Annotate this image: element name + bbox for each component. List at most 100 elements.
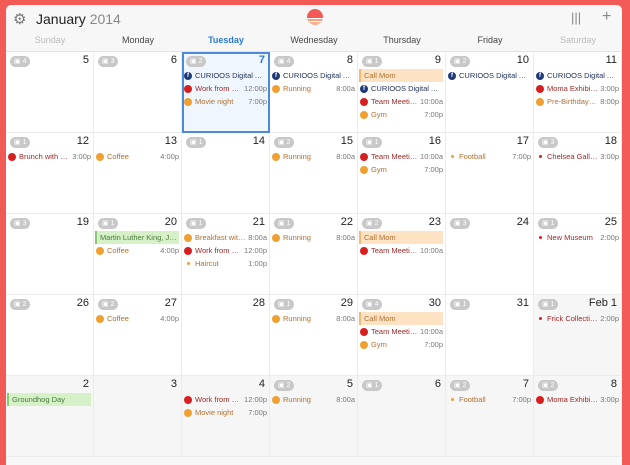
event-title: Running [283,152,311,161]
event-item[interactable]: Coffee 4:00p [95,150,179,163]
day-cell[interactable]: ▣ 2 26 [6,295,94,376]
day-cell[interactable]: ▣ 1 20 Martin Luther King, Jr's... Coffee 4:… [94,214,182,295]
event-item[interactable]: Breakfast with... 8:00a [183,231,267,244]
event-item[interactable]: Running 8:00a [271,393,355,406]
event-item[interactable]: f CURIOOS Digital Art... [271,69,355,82]
day-cell[interactable]: ▣ 1 9 Call Mom f CURIOOS Digital Art... Team … [358,52,446,133]
day-cell[interactable]: ▣ 1 12 Brunch with Jer...3:00p [6,133,94,214]
columns-icon[interactable]: ||| [571,10,581,25]
day-number: 12 [76,135,89,147]
event-item[interactable]: Moma Exhibition 3:00p [535,393,619,406]
day-header-sunday: Sunday [34,35,66,45]
day-cell[interactable]: ▣ 2 7 Football 7:00p [446,376,534,457]
day-cell[interactable]: ▣ 3 19 [6,214,94,295]
event-item[interactable]: Call Mom [359,231,443,244]
event-item[interactable]: Martin Luther King, Jr's... [95,231,179,244]
event-item[interactable]: Brunch with Jer...3:00p [7,150,91,163]
event-title: Haircut [195,259,219,268]
plus-icon[interactable]: + [602,8,611,26]
weather-count-badge: ▣ 3 [10,218,31,229]
event-item[interactable]: Running 8:00a [271,150,355,163]
gear-icon[interactable]: ⚙ [13,10,26,28]
event-item[interactable]: Football 7:00p [447,150,531,163]
badge-count: 2 [462,58,467,65]
event-item[interactable]: Gym 7:00p [359,163,443,176]
day-cell[interactable]: ▣ 1 14 [182,133,270,214]
event-item[interactable]: f CURIOOS Digital Art... [535,69,619,82]
day-cell[interactable]: ▣ 2 27 Coffee 4:00p [94,295,182,376]
day-cell[interactable]: ▣ 2 5 Running 8:00a [270,376,358,457]
day-cell[interactable]: ▣ 2 10 f CURIOOS Digital Art... [446,52,534,133]
event-item[interactable]: Gym 7:00p [359,108,443,121]
day-cell[interactable]: ▣ 1 Feb 1 Frick Collection 2:00p [534,295,622,376]
event-category-icon [184,395,192,404]
day-cell[interactable]: ▣ 1 21 Breakfast with... 8:00a Work from ho.… [182,214,270,295]
event-item[interactable]: Movie night 7:00p [183,95,267,108]
day-cell[interactable]: 13 Coffee 4:00p [94,133,182,214]
event-item[interactable]: Football 7:00p [447,393,531,406]
day-cell[interactable]: 11 f CURIOOS Digital Art... Moma Exhibition… [534,52,622,133]
event-item[interactable]: Movie night 7:00p [183,406,267,419]
day-cell[interactable]: 28 [182,295,270,376]
day-cell[interactable]: ▣ 1 6 [358,376,446,457]
day-cell[interactable]: 4 Work from ho... 12:00p Movie night 7:00p [182,376,270,457]
event-item[interactable]: Frick Collection 2:00p [535,312,619,325]
day-cell[interactable]: ▣ 1 22 Running 8:00a [270,214,358,295]
day-cell[interactable]: ▣ 1 25 New Museum 2:00p [534,214,622,295]
badge-count: 2 [286,139,291,146]
event-item[interactable]: Groundhog Day [7,393,91,406]
event-item[interactable]: Call Mom [359,312,443,325]
event-item[interactable]: Team Meeting 10:00a [359,150,443,163]
facebook-icon: f [536,71,544,80]
event-list: New Museum 2:00p [535,231,619,244]
event-item[interactable]: Work from ho... 12:00p [183,82,267,95]
badge-count: 1 [462,301,467,308]
event-item[interactable]: f CURIOOS Digital Art... [359,82,443,95]
day-cell[interactable]: ▣ 4 30 Call Mom Team Meeting 10:00a Gym 7:00p [358,295,446,376]
event-item[interactable]: Running 8:00a [271,312,355,325]
event-item[interactable]: Running 8:00a [271,231,355,244]
day-cell[interactable]: ▣ 4 5 [6,52,94,133]
event-item[interactable]: Moma Exhibition 3:00p [535,82,619,95]
event-item[interactable]: Chelsea Gallery 3:00p [535,150,619,163]
event-item[interactable]: Team Meeting 10:00a [359,95,443,108]
sunrise-logo-icon[interactable] [307,9,323,25]
event-item[interactable]: Coffee 4:00p [95,244,179,257]
event-title: Coffee [107,314,129,323]
day-cell[interactable]: ▣ 3 18 Chelsea Gallery 3:00p [534,133,622,214]
event-item[interactable]: Team Meeting 10:00a [359,325,443,338]
day-number: 31 [516,297,529,309]
event-item[interactable]: Call Mom [359,69,443,82]
day-cell[interactable]: ▣ 2 7 f CURIOOS Digital Art... Work from ho.… [182,52,270,133]
day-cell[interactable]: ▣ 2 15 Running 8:00a [270,133,358,214]
day-cell[interactable]: 2 Groundhog Day [6,376,94,457]
day-cell[interactable]: ▣ 2 23 Call Mom Team Meeting 10:00a [358,214,446,295]
event-item[interactable]: Work from ho... 12:00p [183,393,267,406]
event-item[interactable]: Running 8:00a [271,82,355,95]
event-item[interactable]: New Museum 2:00p [535,231,619,244]
event-item[interactable]: Haircut 1:00p [183,257,267,270]
day-cell[interactable]: 3 [94,376,182,457]
day-cell[interactable]: ▣ 3 24 [446,214,534,295]
event-item[interactable]: f CURIOOS Digital Art... [447,69,531,82]
day-cell[interactable]: ▣ 4 8 f CURIOOS Digital Art... Running 8:00a [270,52,358,133]
weather-count-badge: ▣ 2 [10,299,31,310]
event-item[interactable]: Pre-Birthday Di...8:00p [535,95,619,108]
month-title[interactable]: January 2014 [36,11,121,27]
day-cell[interactable]: ▣ 1 29 Running 8:00a [270,295,358,376]
day-cell[interactable]: 17 Football 7:00p [446,133,534,214]
event-item[interactable]: Team Meeting 10:00a [359,244,443,257]
event-item[interactable]: f CURIOOS Digital Art... [183,69,267,82]
event-item[interactable]: Coffee 4:00p [95,312,179,325]
day-cell[interactable]: ▣ 1 16 Team Meeting 10:00a Gym 7:00p [358,133,446,214]
event-category-icon [272,152,280,161]
event-item[interactable]: Work from ho... 12:00p [183,244,267,257]
gift-icon: ▣ [190,58,197,65]
day-cell[interactable]: ▣ 2 8 Moma Exhibition 3:00p [534,376,622,457]
event-item[interactable]: Gym 7:00p [359,338,443,351]
day-cell[interactable]: ▣ 1 31 [446,295,534,376]
badge-count: 2 [374,220,379,227]
event-category-icon [184,408,192,417]
day-cell[interactable]: ▣ 3 6 [94,52,182,133]
event-category-icon [184,97,192,106]
